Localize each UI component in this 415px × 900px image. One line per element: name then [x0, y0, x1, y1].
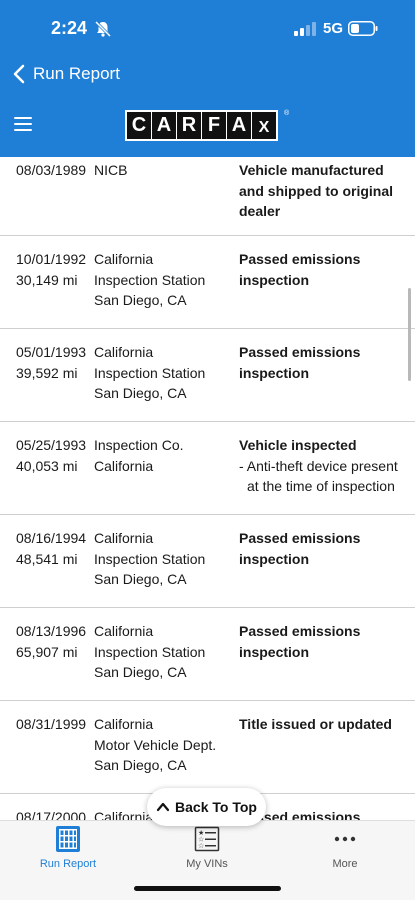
record-date: 05/25/1993 — [16, 437, 87, 453]
history-record: 08/13/1996 65,907 mi California Inspection … — [0, 608, 415, 701]
source-line: California — [94, 344, 154, 360]
source-line: San Diego, CA — [94, 292, 187, 308]
record-date-column: 08/16/1994 48,541 mi — [16, 528, 86, 569]
bell-muted-icon — [94, 20, 112, 38]
record-date-column: 05/01/1993 39,592 mi — [16, 342, 86, 383]
chevron-up-icon — [156, 802, 170, 812]
source-line: Inspection Station — [94, 643, 206, 660]
record-date: 10/01/1992 — [16, 251, 87, 267]
record-mileage: 39,592 mi — [16, 364, 78, 381]
home-indicator[interactable] — [134, 886, 281, 891]
event-title: Passed emissions inspection — [239, 530, 361, 567]
source-line: Motor Vehicle Dept. — [94, 736, 217, 753]
tab-label: My VINs — [186, 858, 228, 870]
network-type: 5G — [323, 20, 344, 37]
source-line: Inspection Station — [94, 271, 206, 288]
history-record: 05/01/1993 39,592 mi California Inspection … — [0, 329, 415, 422]
record-mileage: 65,907 mi — [16, 643, 78, 660]
source-line: California — [94, 623, 154, 639]
record-source: California Inspection Station San Diego, C… — [94, 528, 205, 590]
record-date-column: 08/03/1989 — [16, 160, 86, 181]
record-date-column: 05/25/1993 40,053 mi — [16, 435, 86, 476]
record-event: Vehicle manufactured and shipped to orig… — [239, 160, 404, 222]
event-title: Passed emissions inspection — [239, 251, 361, 288]
history-record: 05/25/1993 40,053 mi Inspection Co. Califor… — [0, 422, 415, 515]
record-event: Title issued or updated — [239, 714, 404, 735]
chevron-left-icon — [13, 64, 25, 84]
source-line: California — [94, 251, 154, 267]
status-bar: 2:24 5G — [0, 14, 415, 44]
record-date: 05/01/1993 — [16, 344, 87, 360]
record-source: Inspection Co. California — [94, 435, 184, 476]
event-title: Vehicle inspected — [239, 437, 357, 453]
record-date-column: 08/13/1996 65,907 mi — [16, 621, 86, 662]
source-line: California — [94, 809, 154, 820]
record-mileage: 40,053 mi — [16, 457, 78, 474]
record-source: NICB — [94, 160, 127, 181]
app-header: 2:24 5G Run Report C A R F A X ® — [0, 0, 415, 157]
history-list[interactable]: 08/03/1989 NICB Vehicle manufactured and s… — [0, 157, 415, 820]
event-title: Vehicle manufactured and shipped to orig… — [239, 162, 393, 219]
carfax-logo: C A R F A X — [125, 110, 278, 141]
history-record: 08/16/1994 48,541 mi California Inspection … — [0, 515, 415, 608]
tab-label: More — [332, 858, 358, 870]
source-line: NICB — [94, 162, 128, 178]
source-line: San Diego, CA — [94, 664, 187, 680]
source-line: San Diego, CA — [94, 571, 187, 587]
back-label: Run Report — [33, 64, 120, 83]
record-event: Passed emissions inspection — [239, 342, 404, 383]
event-title: Title issued or updated — [239, 716, 392, 732]
source-line: California — [94, 716, 154, 732]
tab-run-report[interactable]: Run Report — [18, 825, 118, 873]
tab-label: Run Report — [39, 858, 97, 870]
event-note: - Anti-theft device present at the time … — [239, 457, 398, 495]
status-time: 2:24 — [51, 18, 88, 38]
back-to-top-label: Back To Top — [175, 799, 257, 815]
source-line: California — [94, 530, 154, 546]
report-grid-icon — [56, 826, 80, 852]
record-date-column: 08/17/2000 — [16, 807, 86, 820]
record-event: Passed emissions inspection — [239, 249, 404, 290]
source-line: San Diego, CA — [94, 385, 187, 401]
event-title: Passed emissions inspection — [239, 623, 361, 660]
history-record: 10/01/1992 30,149 mi California Inspection … — [0, 236, 415, 329]
battery-icon — [348, 21, 378, 36]
record-source: California Inspection Station San Diego, C… — [94, 621, 205, 683]
record-event: Passed emissions inspection — [239, 528, 404, 569]
record-date: 08/16/1994 — [16, 530, 87, 546]
menu-icon[interactable] — [14, 117, 32, 131]
tab-my-vins[interactable]: ★ ☆ ☆ My VINs — [157, 825, 257, 873]
source-line: California — [94, 457, 154, 474]
record-source: California Inspection Station San Diego, C… — [94, 342, 205, 404]
event-title: Passed emissions inspection — [239, 344, 361, 381]
tab-more[interactable]: More — [295, 825, 395, 873]
record-mileage: 30,149 mi — [16, 271, 78, 288]
record-date: 08/31/1999 — [16, 716, 87, 732]
ellipsis-icon — [334, 836, 356, 842]
record-mileage: 48,541 mi — [16, 550, 78, 567]
source-line: San Diego, CA — [94, 757, 187, 773]
record-date: 08/03/1989 — [16, 162, 87, 178]
scrollbar[interactable] — [408, 288, 411, 381]
record-date: 08/17/2000 — [16, 809, 87, 820]
record-source: California — [94, 807, 153, 820]
record-event: Passed emissions inspection — [239, 621, 404, 662]
list-stars-icon: ★ ☆ ☆ — [194, 826, 220, 852]
record-source: California Motor Vehicle Dept. San Diego, … — [94, 714, 216, 776]
history-record: 08/31/1999 California Motor Vehicle Dept. S… — [0, 701, 415, 794]
record-date: 08/13/1996 — [16, 623, 87, 639]
source-line: Inspection Station — [94, 364, 206, 381]
svg-text:☆: ☆ — [198, 842, 204, 850]
source-line: Inspection Station — [94, 550, 206, 567]
back-button[interactable]: Run Report — [0, 58, 415, 90]
record-date-column: 08/31/1999 — [16, 714, 86, 735]
record-date-column: 10/01/1992 30,149 mi — [16, 249, 86, 290]
back-to-top-button[interactable]: Back To Top — [147, 788, 266, 826]
source-line: Inspection Co. — [94, 437, 184, 453]
registered-mark: ® — [284, 110, 290, 117]
history-record: 08/03/1989 NICB Vehicle manufactured and s… — [0, 157, 415, 236]
signal-icon — [294, 22, 316, 36]
record-event: Vehicle inspected - Anti-theft device pre… — [239, 435, 404, 497]
record-source: California Inspection Station San Diego, C… — [94, 249, 205, 311]
